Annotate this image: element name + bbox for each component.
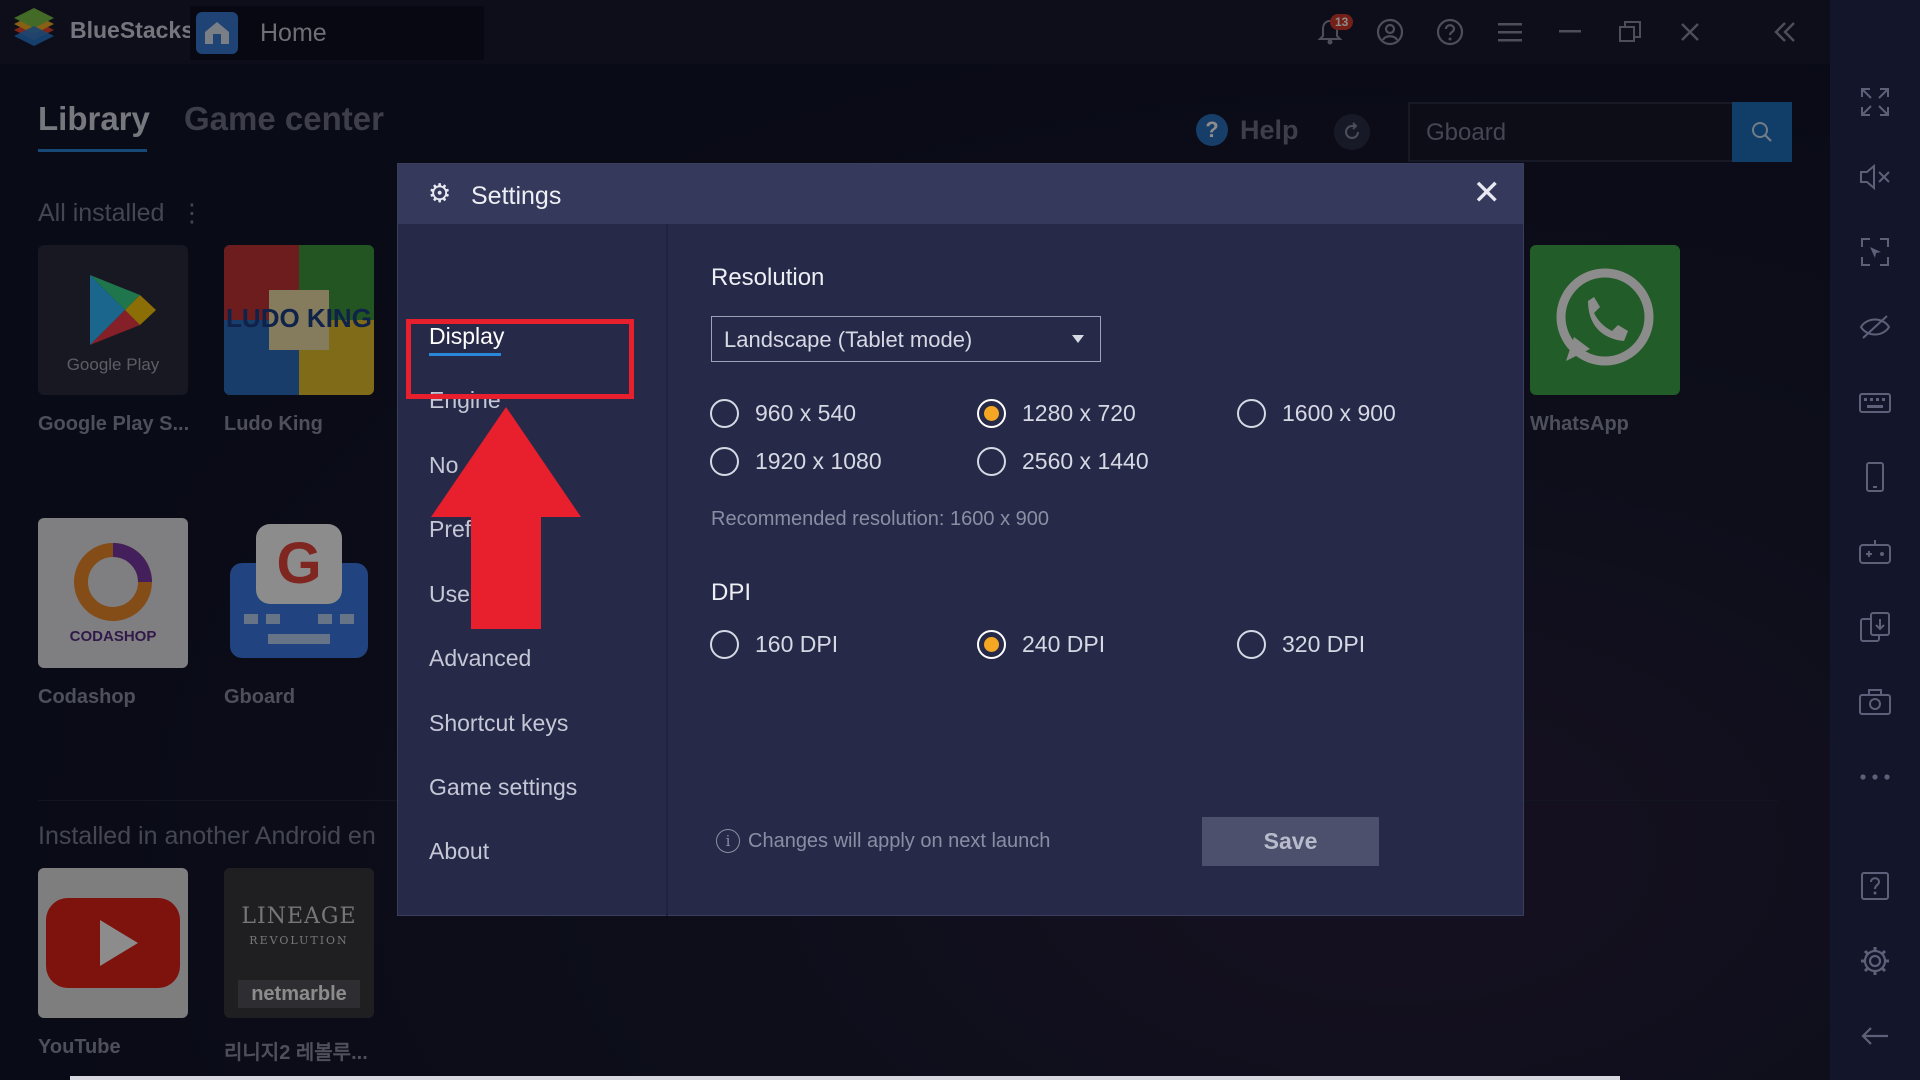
settings-dialog: ⚙ Settings ✕ Display Engine No Pref Use … — [397, 163, 1524, 916]
back-icon[interactable] — [1830, 1016, 1920, 1056]
radio-button[interactable] — [710, 399, 739, 428]
radio-label: 240 DPI — [1022, 631, 1106, 657]
radio-label: 1280 x 720 — [1022, 400, 1136, 426]
bluestacks-window: BlueStacks Home 13 Library Game center ?… — [0, 0, 1920, 1080]
volume-mute-icon[interactable] — [1830, 157, 1920, 197]
right-sidebar — [1830, 0, 1920, 1080]
resolution-option-1600x900[interactable]: 1600 x 900 — [1237, 399, 1396, 428]
settings-nav: Display Engine No Pref Use Advanced Shor… — [398, 224, 668, 916]
nav-item-shortcut-keys[interactable]: Shortcut keys — [429, 710, 568, 737]
install-apk-icon[interactable] — [1830, 607, 1920, 647]
radio-button-selected[interactable] — [977, 399, 1006, 428]
radio-button[interactable] — [710, 630, 739, 659]
settings-sidebar-icon[interactable] — [1830, 941, 1920, 981]
help-sidebar-icon[interactable] — [1830, 866, 1920, 906]
camera-icon[interactable] — [1830, 682, 1920, 722]
dpi-option-240[interactable]: 240 DPI — [977, 630, 1105, 659]
eye-off-icon[interactable] — [1830, 307, 1920, 347]
radio-button[interactable] — [710, 447, 739, 476]
recommended-resolution-text: Recommended resolution: 1600 x 900 — [711, 508, 1049, 530]
phone-icon[interactable] — [1830, 457, 1920, 497]
annotation-highlight-box — [406, 319, 634, 399]
nav-item-advanced[interactable]: Advanced — [429, 645, 531, 672]
radio-label: 320 DPI — [1282, 631, 1366, 657]
apply-note: i Changes will apply on next launch — [716, 829, 1050, 853]
nav-item-game-settings[interactable]: Game settings — [429, 774, 577, 801]
radio-label: 2560 x 1440 — [1022, 448, 1149, 474]
dpi-option-160[interactable]: 160 DPI — [710, 630, 838, 659]
resolution-option-960x540[interactable]: 960 x 540 — [710, 399, 856, 428]
resolution-option-1920x1080[interactable]: 1920 x 1080 — [710, 447, 882, 476]
annotation-arrow-icon — [431, 407, 581, 629]
close-dialog-icon[interactable]: ✕ — [1473, 176, 1502, 210]
info-icon: i — [716, 829, 740, 853]
radio-label: 160 DPI — [755, 631, 839, 657]
radio-button[interactable] — [977, 447, 1006, 476]
resolution-option-2560x1440[interactable]: 2560 x 1440 — [977, 447, 1149, 476]
keyboard-icon[interactable] — [1830, 382, 1920, 422]
settings-dialog-header: ⚙ Settings ✕ — [398, 164, 1523, 224]
save-button[interactable]: Save — [1202, 817, 1379, 866]
radio-label: 1920 x 1080 — [755, 448, 882, 474]
radio-button[interactable] — [1237, 630, 1266, 659]
orientation-dropdown[interactable]: Landscape (Tablet mode) — [711, 316, 1101, 362]
apply-note-text: Changes will apply on next launch — [748, 829, 1051, 852]
radio-button-selected[interactable] — [977, 630, 1006, 659]
gear-icon: ⚙ — [428, 178, 452, 208]
pointer-lock-icon[interactable] — [1830, 232, 1920, 272]
resolution-option-1280x720[interactable]: 1280 x 720 — [977, 399, 1136, 428]
radio-label: 960 x 540 — [755, 400, 857, 426]
more-icon[interactable] — [1830, 757, 1920, 797]
gamepad-icon[interactable] — [1830, 532, 1920, 572]
display-settings-panel: Resolution Landscape (Tablet mode) 960 x… — [670, 224, 1523, 915]
fullscreen-icon[interactable] — [1830, 82, 1920, 122]
radio-label: 1600 x 900 — [1282, 400, 1396, 426]
orientation-dropdown-value: Landscape (Tablet mode) — [724, 327, 973, 352]
resolution-label: Resolution — [711, 264, 825, 291]
dpi-option-320[interactable]: 320 DPI — [1237, 630, 1365, 659]
radio-button[interactable] — [1237, 399, 1266, 428]
dpi-label: DPI — [711, 579, 752, 606]
bottom-edge — [70, 1076, 1620, 1080]
settings-dialog-title: Settings — [471, 182, 562, 210]
chevron-down-icon — [1072, 335, 1084, 343]
nav-item-about[interactable]: About — [429, 838, 489, 865]
